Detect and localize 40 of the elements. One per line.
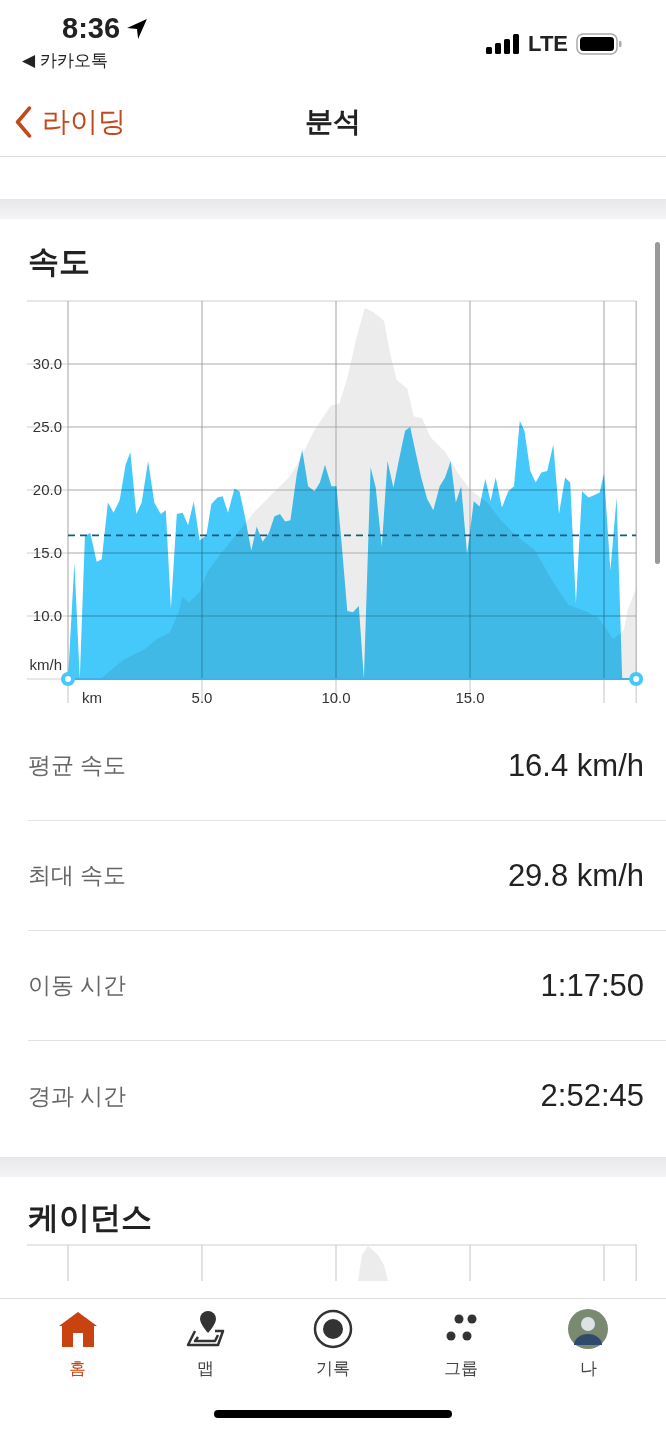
house-icon — [57, 1309, 98, 1349]
stat-label: 평균 속도 — [28, 751, 127, 780]
section-title: 속도 — [27, 243, 91, 281]
stat-label: 경과 시간 — [28, 1081, 127, 1111]
tab-item[interactable]: 나 — [548, 1309, 629, 1380]
back-button[interactable]: 라이딩 — [0, 103, 126, 141]
stat-value: 1:17:50 — [540, 967, 644, 1004]
x-axis-label: 5.0 — [191, 689, 213, 706]
range-end-handle[interactable] — [629, 672, 644, 686]
stat-label: 최대 속도 — [28, 861, 127, 890]
x-axis-label: 10.0 — [321, 689, 351, 706]
record-icon — [313, 1309, 353, 1349]
tab-item[interactable]: 기록 — [293, 1309, 373, 1380]
range-start-handle[interactable] — [61, 672, 75, 686]
section-title: 케이던스 — [27, 1199, 153, 1237]
signal-icon — [486, 34, 521, 54]
location-arrow-icon — [126, 17, 149, 40]
y-axis-title: km/h — [29, 656, 62, 673]
avatar-icon — [568, 1309, 609, 1349]
status-time: 8:36 — [62, 12, 121, 45]
stat-value: 16.4 km/h — [507, 747, 644, 784]
screen-title: 분석 — [305, 105, 361, 139]
y-axis-label: 25.0 — [32, 418, 62, 435]
stat-label: 이동 시간 — [28, 971, 127, 1000]
y-axis-label: 20.0 — [32, 481, 62, 498]
tab-item[interactable]: 홈 — [37, 1309, 118, 1380]
y-axis-label: 15.0 — [32, 544, 62, 561]
network-type: LTE — [528, 31, 568, 57]
map-pin-icon — [185, 1309, 226, 1349]
back-to-app-link[interactable]: ◀ 카카오톡 — [22, 49, 149, 72]
x-axis-label: 15.0 — [455, 689, 485, 706]
chevron-left-icon — [14, 106, 32, 138]
stat-value: 2:52:45 — [540, 1078, 644, 1114]
stat-value: 29.8 km/h — [507, 857, 644, 894]
battery-icon — [576, 33, 622, 55]
tab-item[interactable]: 맵 — [165, 1309, 246, 1380]
y-axis-label: 10.0 — [32, 607, 62, 624]
y-axis-label: 30.0 — [32, 355, 62, 372]
tab-item[interactable]: 그룹 — [420, 1309, 501, 1380]
x-axis-title: km — [82, 689, 102, 706]
